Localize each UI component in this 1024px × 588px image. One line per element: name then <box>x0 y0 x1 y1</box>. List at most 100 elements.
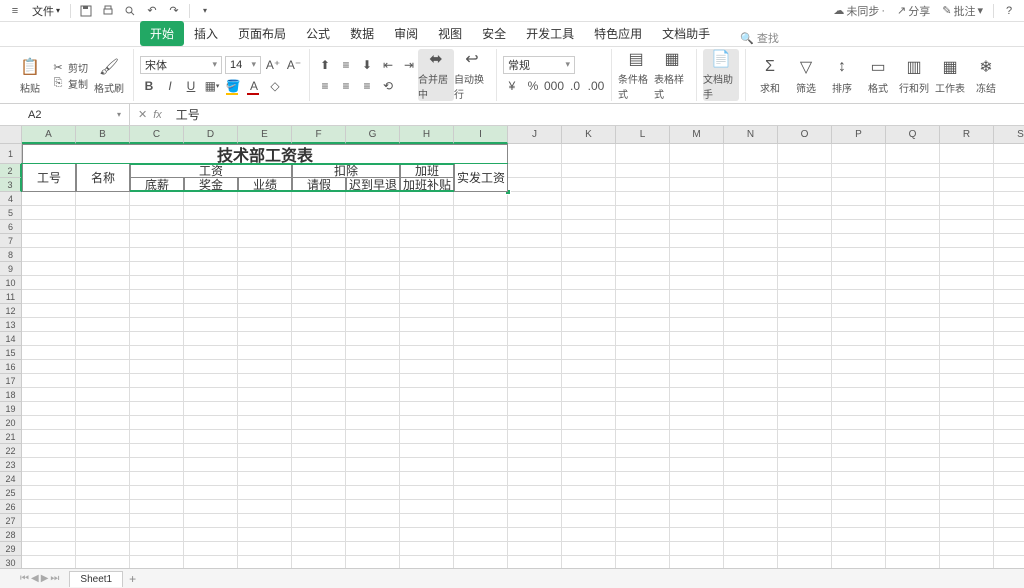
fx-icon[interactable]: fx <box>153 109 162 121</box>
cell[interactable] <box>22 374 76 388</box>
cell[interactable] <box>130 220 184 234</box>
cell[interactable] <box>724 486 778 500</box>
cell[interactable] <box>832 360 886 374</box>
cell[interactable] <box>562 514 616 528</box>
cell[interactable] <box>22 304 76 318</box>
cell[interactable] <box>724 472 778 486</box>
cell[interactable] <box>994 514 1024 528</box>
cell[interactable] <box>886 528 940 542</box>
cell[interactable] <box>994 542 1024 556</box>
cell[interactable] <box>508 262 562 276</box>
cell[interactable] <box>184 528 238 542</box>
cell[interactable] <box>292 276 346 290</box>
cell[interactable] <box>508 388 562 402</box>
cell[interactable] <box>886 430 940 444</box>
cell[interactable] <box>508 234 562 248</box>
cell[interactable] <box>508 144 562 164</box>
cell[interactable] <box>508 430 562 444</box>
cell[interactable] <box>346 318 400 332</box>
cell[interactable] <box>184 374 238 388</box>
cell[interactable] <box>22 430 76 444</box>
underline-icon[interactable]: U <box>182 77 200 95</box>
add-sheet-button[interactable]: + <box>129 572 136 586</box>
cell[interactable] <box>670 248 724 262</box>
cell[interactable] <box>940 234 994 248</box>
cell[interactable] <box>346 458 400 472</box>
cell[interactable] <box>886 388 940 402</box>
cell[interactable] <box>778 444 832 458</box>
cell[interactable] <box>832 430 886 444</box>
cell[interactable] <box>400 234 454 248</box>
cell[interactable] <box>670 416 724 430</box>
cell[interactable] <box>940 514 994 528</box>
cell[interactable] <box>562 528 616 542</box>
cell[interactable] <box>778 556 832 568</box>
cell[interactable] <box>724 144 778 164</box>
cell[interactable] <box>562 206 616 220</box>
cell[interactable] <box>76 500 130 514</box>
cell[interactable] <box>724 556 778 568</box>
cell[interactable] <box>832 416 886 430</box>
font-size-select[interactable]: 14▾ <box>225 56 261 74</box>
cell[interactable]: 请假 <box>292 178 346 192</box>
cell[interactable] <box>238 486 292 500</box>
cell[interactable]: 技术部工资表 <box>22 144 508 164</box>
fill-color-icon[interactable]: 🪣 <box>224 77 242 95</box>
cell[interactable] <box>76 332 130 346</box>
cell[interactable] <box>130 290 184 304</box>
cell[interactable] <box>22 248 76 262</box>
cell[interactable] <box>832 206 886 220</box>
cell[interactable] <box>22 234 76 248</box>
cell[interactable] <box>238 206 292 220</box>
cell[interactable] <box>670 458 724 472</box>
cell[interactable] <box>130 500 184 514</box>
cell[interactable] <box>886 144 940 164</box>
cell[interactable] <box>724 458 778 472</box>
cell[interactable] <box>508 542 562 556</box>
format-painter-button[interactable]: 🖌 格式刷 <box>91 49 127 101</box>
cell[interactable] <box>76 234 130 248</box>
cell[interactable] <box>778 528 832 542</box>
row-header[interactable]: 15 <box>0 346 22 360</box>
cell[interactable] <box>454 528 508 542</box>
column-header[interactable]: G <box>346 126 400 144</box>
row-header[interactable]: 27 <box>0 514 22 528</box>
cell[interactable] <box>184 262 238 276</box>
cell[interactable] <box>994 192 1024 206</box>
cell[interactable] <box>724 374 778 388</box>
cell[interactable] <box>130 248 184 262</box>
row-header[interactable]: 22 <box>0 444 22 458</box>
cell[interactable] <box>184 444 238 458</box>
cell[interactable] <box>778 388 832 402</box>
cell[interactable] <box>616 360 670 374</box>
name-box[interactable]: A2▾ <box>20 104 130 125</box>
sheet-nav-last-icon[interactable]: ⏭ <box>50 573 59 584</box>
cell[interactable] <box>400 444 454 458</box>
cell[interactable] <box>346 500 400 514</box>
tab-review[interactable]: 审阅 <box>384 21 428 46</box>
sheet-button[interactable]: ▦工作表 <box>932 49 968 101</box>
cell[interactable] <box>130 262 184 276</box>
cell[interactable] <box>22 416 76 430</box>
cell[interactable] <box>346 262 400 276</box>
sum-button[interactable]: Σ求和 <box>752 49 788 101</box>
cell[interactable] <box>886 304 940 318</box>
cell[interactable] <box>724 444 778 458</box>
cell[interactable] <box>778 332 832 346</box>
cell[interactable] <box>238 374 292 388</box>
cell[interactable] <box>616 444 670 458</box>
cell[interactable] <box>832 178 886 192</box>
cell[interactable] <box>184 234 238 248</box>
cell[interactable] <box>238 514 292 528</box>
cell[interactable] <box>508 514 562 528</box>
cell[interactable] <box>886 542 940 556</box>
cell[interactable] <box>724 360 778 374</box>
cell[interactable] <box>778 220 832 234</box>
cell[interactable] <box>454 304 508 318</box>
cell[interactable] <box>346 346 400 360</box>
cell[interactable] <box>940 374 994 388</box>
cell[interactable] <box>184 318 238 332</box>
cell[interactable] <box>940 220 994 234</box>
cell[interactable] <box>562 332 616 346</box>
cell[interactable] <box>400 542 454 556</box>
